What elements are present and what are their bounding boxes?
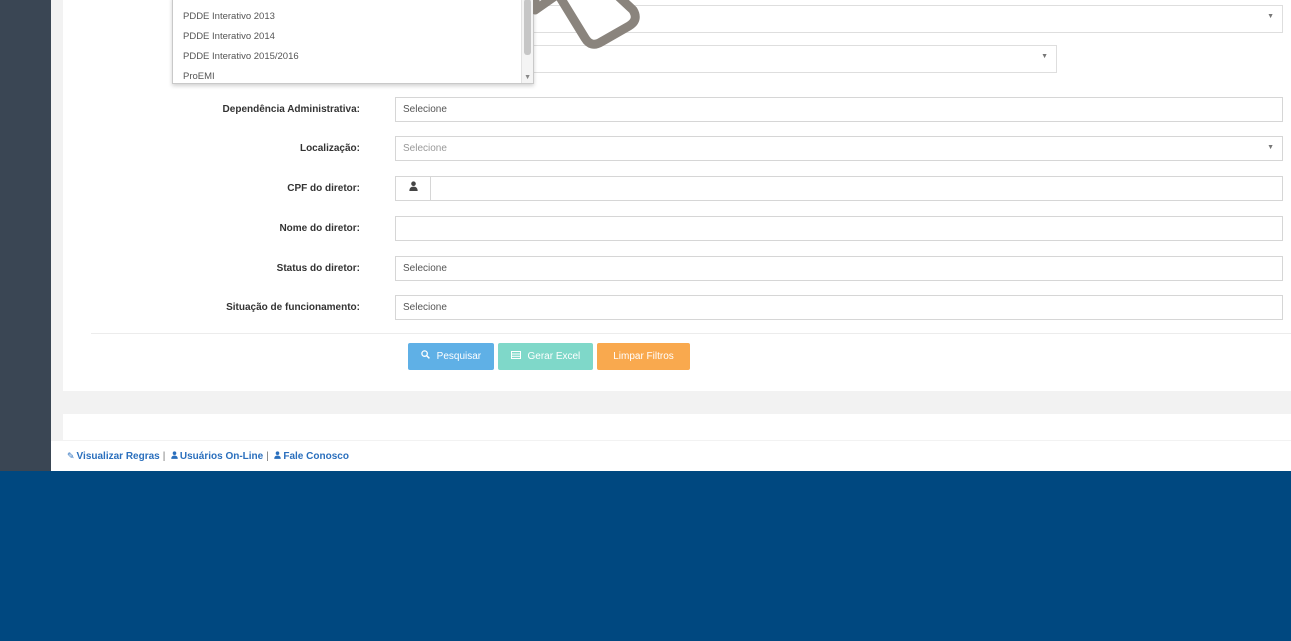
dependencia-select[interactable]: Selecione [395, 97, 1283, 122]
chevron-down-icon: ▼ [1041, 53, 1048, 60]
chevron-down-icon: ▼ [1267, 13, 1274, 20]
situacao-value: Selecione [403, 302, 447, 313]
divider [91, 333, 1291, 334]
status-label: Status do diretor: [276, 263, 360, 274]
pesquisar-button[interactable]: Pesquisar [408, 343, 494, 370]
fale-conosco-label: Fale Conosco [283, 451, 349, 462]
search-icon [421, 350, 433, 362]
situacao-select[interactable]: Selecione [395, 295, 1283, 320]
mouse-pointer-icon [533, 0, 640, 49]
left-sidebar [0, 0, 51, 471]
gerar-excel-button[interactable]: Gerar Excel [498, 343, 593, 370]
localizacao-value: Selecione [403, 143, 447, 154]
table-icon [510, 351, 524, 362]
footer-links: ✎ Visualizar Regras | Usuários On-Line | Fa… [67, 451, 349, 462]
cpf-label: CPF do diretor: [287, 183, 360, 194]
chevron-down-icon: ▼ [1267, 144, 1274, 151]
user-icon [272, 451, 282, 461]
situacao-label: Situação de funcionamento: [226, 302, 360, 313]
pesquisar-label: Pesquisar [436, 351, 482, 362]
user-icon [396, 177, 431, 200]
footer-separator: | [162, 451, 166, 462]
dropdown-item[interactable]: PDDE Interativo 2013 [183, 11, 275, 22]
dropdown-item[interactable]: PDDE Interativo 2015/2016 [183, 51, 299, 62]
dropdown-item[interactable]: ProEMI [183, 71, 215, 82]
cpf-input[interactable] [432, 177, 1282, 200]
limpar-filtros-label: Limpar Filtros [613, 351, 674, 362]
localizacao-select[interactable]: Selecione ▼ [395, 136, 1283, 161]
scrollbar-thumb[interactable] [524, 0, 531, 55]
limpar-filtros-button[interactable]: Limpar Filtros [597, 343, 690, 370]
fale-conosco-link[interactable]: Fale Conosco [272, 451, 349, 462]
secondary-panel [63, 414, 1291, 440]
visualizar-regras-label: Visualizar Regras [76, 451, 160, 462]
dropdown-scrollbar[interactable]: ▼ [521, 0, 533, 83]
dependencia-label: Dependência Administrativa: [222, 104, 360, 115]
localizacao-label: Localização: [299, 143, 360, 154]
pencil-icon: ✎ [67, 451, 75, 461]
dropdown-item[interactable]: PDDE Interativo 2014 [183, 31, 275, 42]
nome-label: Nome do diretor: [279, 223, 360, 234]
scroll-down-arrow-icon[interactable]: ▼ [524, 74, 531, 81]
visualizar-regras-link[interactable]: ✎ Visualizar Regras [67, 451, 160, 462]
status-select[interactable]: Selecione [395, 256, 1283, 281]
usuarios-online-link[interactable]: Usuários On-Line [168, 451, 263, 462]
footer-separator: | [266, 451, 269, 462]
status-value: Selecione [403, 263, 447, 274]
usuarios-online-label: Usuários On-Line [179, 451, 264, 462]
gerar-excel-label: Gerar Excel [527, 351, 581, 362]
cpf-input-group [395, 176, 1283, 201]
nome-input[interactable] [395, 216, 1283, 241]
user-icon [168, 451, 178, 461]
dependencia-value: Selecione [403, 104, 447, 115]
program-dropdown-list[interactable]: PDDE Interativo 2013 PDDE Interativo 201… [172, 0, 534, 84]
